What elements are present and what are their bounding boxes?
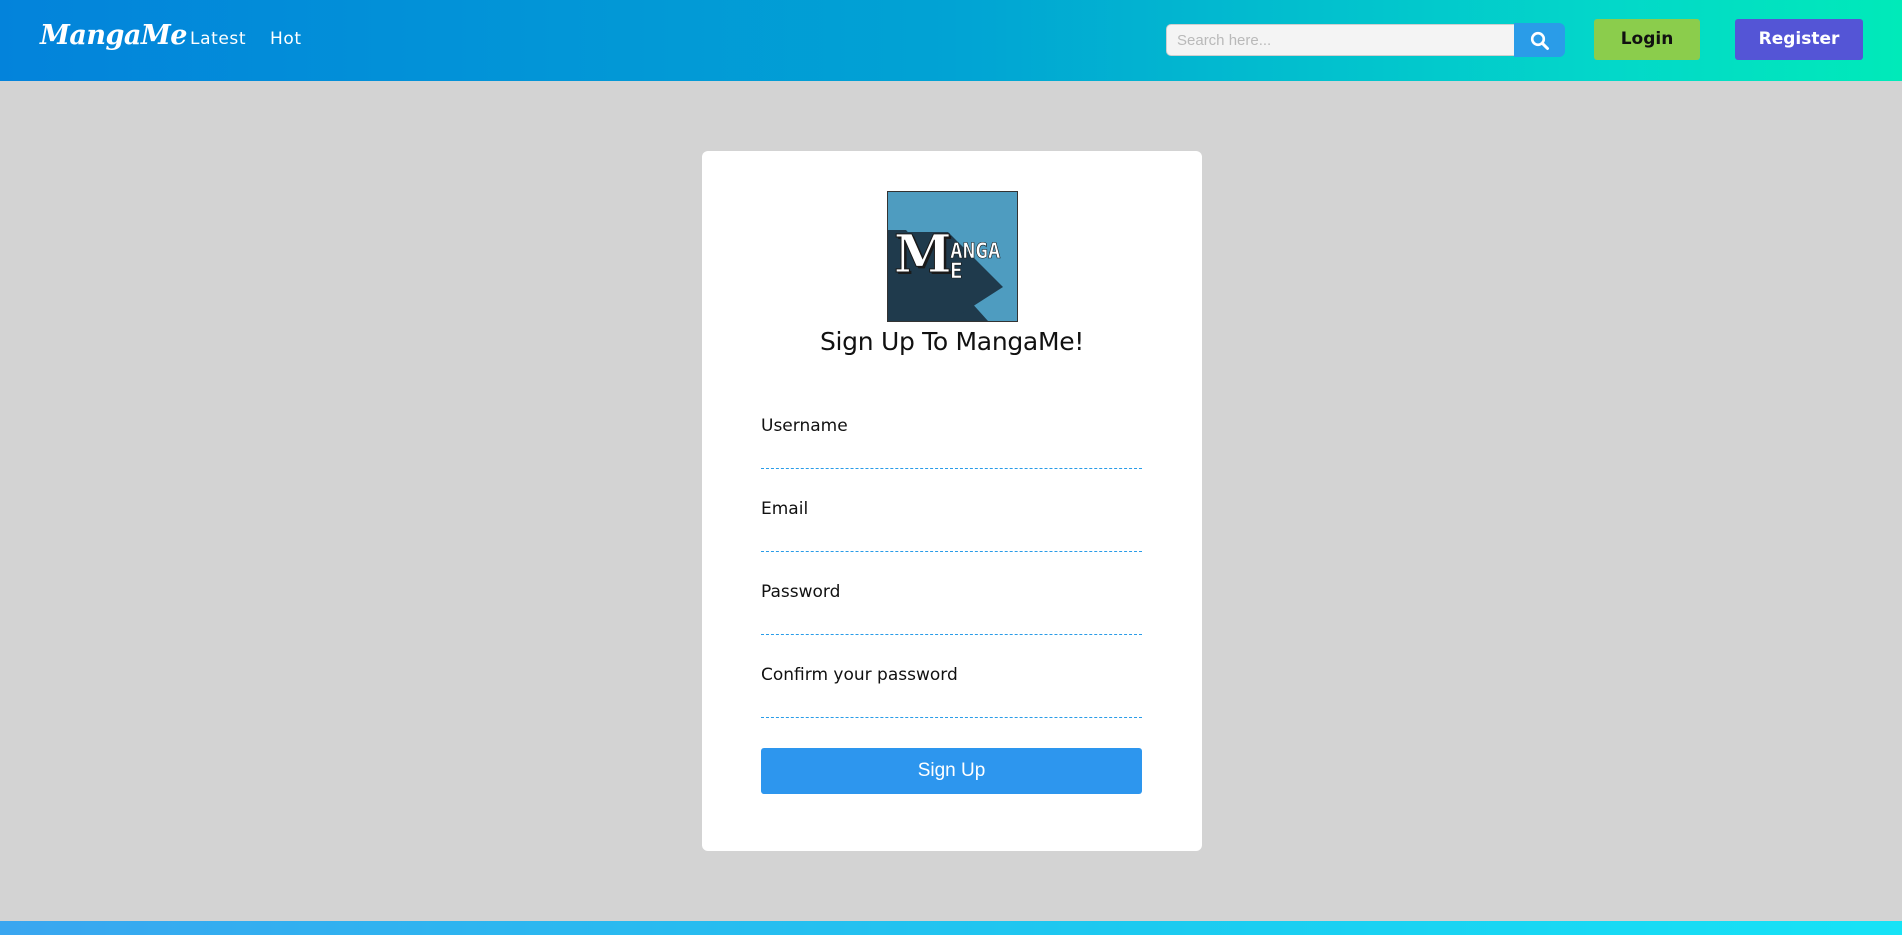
search-input[interactable] [1166, 24, 1514, 56]
logo-graphic: M M ANGA E [888, 192, 1017, 321]
email-label: Email [761, 499, 809, 519]
top-navbar: MangaMe Latest Hot Login Register [0, 0, 1902, 81]
username-label: Username [761, 416, 848, 436]
svg-text:E: E [950, 259, 963, 283]
mangame-logo-image: M M ANGA E [887, 191, 1018, 322]
sign-up-button[interactable]: Sign Up [761, 748, 1142, 794]
confirm-password-input[interactable] [761, 692, 1142, 718]
brand-logo[interactable]: MangaMe [40, 20, 187, 51]
password-input[interactable] [761, 609, 1142, 635]
login-button[interactable]: Login [1594, 19, 1700, 60]
svg-text:M: M [894, 224, 952, 285]
search-icon [1530, 31, 1549, 50]
password-label: Password [761, 582, 841, 602]
signup-title: Sign Up To MangaMe! [819, 327, 1085, 356]
footer-bar [0, 921, 1902, 935]
confirm-password-label: Confirm your password [761, 665, 958, 685]
search-button[interactable] [1514, 23, 1565, 57]
username-input[interactable] [761, 443, 1142, 469]
register-button[interactable]: Register [1735, 19, 1863, 60]
email-input[interactable] [761, 526, 1142, 552]
signup-card: M M ANGA E Sign Up To MangaMe! Username … [702, 151, 1202, 851]
nav-latest-link[interactable]: Latest [190, 29, 246, 49]
nav-hot-link[interactable]: Hot [270, 29, 302, 49]
